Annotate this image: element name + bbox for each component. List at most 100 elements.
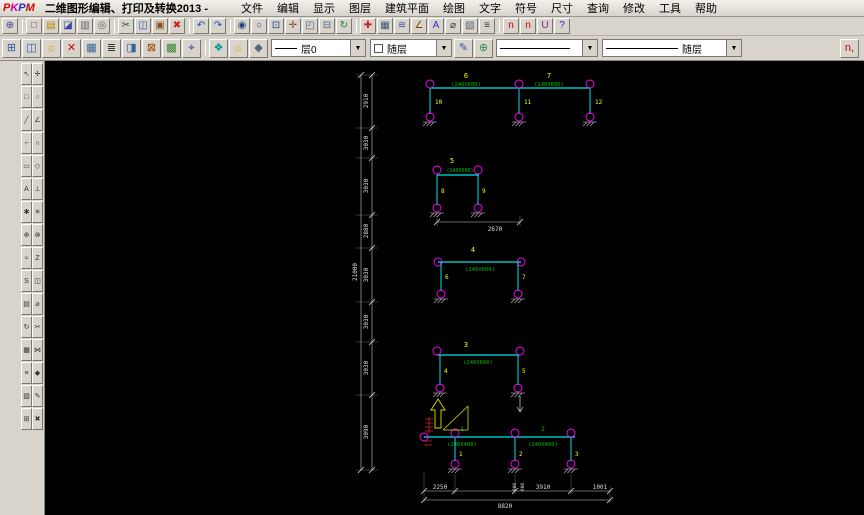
crosshair-icon[interactable]: ⊕ [2, 18, 18, 34]
node-circle[interactable] [514, 384, 522, 392]
menu-item-11[interactable]: 工具 [652, 0, 688, 17]
node-circle[interactable] [433, 166, 441, 174]
erase-tool-icon[interactable]: ✖ [32, 408, 43, 430]
node-circle[interactable] [437, 290, 445, 298]
menu-item-1[interactable]: 编辑 [270, 0, 306, 17]
drawing-text[interactable]: 4 [444, 368, 448, 375]
rectangle-icon[interactable]: □ [21, 86, 32, 108]
pkpm-module-1-icon[interactable]: n [503, 18, 519, 34]
node-circle[interactable] [514, 290, 522, 298]
support-symbol[interactable] [564, 469, 578, 473]
color-combo[interactable]: 随层 ▼ [370, 39, 452, 57]
layer-combo[interactable]: 层0 ▼ [271, 39, 366, 57]
drawing-text[interactable]: 3030 [363, 360, 370, 375]
layer-lock-icon[interactable]: ◆ [249, 39, 268, 58]
support-symbol[interactable] [433, 393, 447, 397]
match-properties-icon[interactable]: ⊕ [474, 39, 493, 58]
node-circle[interactable] [516, 347, 524, 355]
linetype-combo[interactable]: ▼ [496, 39, 598, 57]
print-preview-icon[interactable]: ◎ [94, 18, 110, 34]
pkpm-tool-icon[interactable]: n, [840, 39, 859, 58]
support-symbol[interactable] [508, 469, 522, 473]
chevron-down-icon[interactable]: ▼ [582, 40, 597, 56]
chevron-down-icon[interactable]: ▼ [350, 40, 365, 56]
window-tool-icon[interactable]: ⊞ [21, 408, 32, 430]
cut-icon[interactable]: ✂ [118, 18, 134, 34]
erase-icon[interactable]: ✕ [62, 39, 81, 58]
drawing-text[interactable]: 6 [445, 274, 449, 281]
drawing-text[interactable]: 10 [435, 99, 443, 106]
pencil-tool-icon[interactable]: ✎ [32, 385, 43, 407]
trim-tool-icon[interactable]: ✂ [32, 316, 43, 338]
select-icon[interactable]: ⊞ [2, 39, 21, 58]
node-circle[interactable] [474, 204, 482, 212]
drawing-text[interactable]: 8 [441, 188, 445, 195]
zoom-window-icon[interactable]: ⊡ [268, 18, 284, 34]
drawing-text[interactable]: 5 [450, 157, 454, 165]
drawing-text[interactable]: 3030 [363, 314, 370, 329]
zoom-out-icon[interactable]: ○ [251, 18, 267, 34]
drawing-text[interactable]: 2910 [363, 93, 370, 108]
add-entity-icon[interactable]: ✚ [360, 18, 376, 34]
text-icon[interactable]: A [21, 178, 32, 200]
drawing-text[interactable]: 7 [522, 274, 526, 281]
drawing-text[interactable]: 3910 [536, 484, 551, 491]
node-circle[interactable] [436, 384, 444, 392]
node-circle[interactable] [515, 80, 523, 88]
arrow-symbol[interactable] [431, 399, 445, 428]
support-symbol[interactable] [471, 213, 485, 217]
drawing-canvas[interactable]: 67(240X600)(240X600)1011125(240X600)8926… [45, 61, 864, 515]
box-icon[interactable]: ▭ [21, 155, 32, 177]
menu-item-3[interactable]: 图层 [342, 0, 378, 17]
angle-dim-icon[interactable]: ∠ [411, 18, 427, 34]
menu-item-7[interactable]: 符号 [508, 0, 544, 17]
drawing-line[interactable] [517, 407, 520, 412]
view-previous-icon[interactable]: ◰ [302, 18, 318, 34]
drawing-text[interactable]: 8820 [498, 503, 513, 510]
drawing-text[interactable]: 7 [547, 72, 551, 80]
support-symbol[interactable] [511, 393, 525, 397]
drawing-text[interactable]: (240X600) [463, 360, 493, 366]
plus-icon[interactable]: ✛ [32, 63, 43, 85]
drawing-text[interactable]: 1 [459, 451, 463, 458]
drawing-text[interactable]: (240X600) [446, 168, 473, 174]
drawing-text[interactable]: 2880 [363, 223, 370, 238]
node-circle[interactable] [586, 113, 594, 121]
diamond-icon[interactable]: ◇ [32, 155, 43, 177]
drawing-text[interactable]: (240X400) [447, 442, 477, 448]
asterisk-icon[interactable]: ✳ [32, 201, 43, 223]
join-tool-icon[interactable]: ⋈ [32, 339, 43, 361]
delete-icon[interactable]: ✖ [169, 18, 185, 34]
drawing-line[interactable] [443, 406, 468, 430]
support-symbol[interactable] [434, 299, 448, 303]
corner-icon[interactable]: ⌐ [21, 132, 32, 154]
drawing-text[interactable]: 600 [520, 483, 526, 491]
drawing-text[interactable]: 3030 [363, 135, 370, 150]
copy-tool-icon[interactable]: ◫ [32, 270, 43, 292]
node-circle[interactable] [511, 429, 519, 437]
undo-icon[interactable]: ↶ [193, 18, 209, 34]
ucs-icon[interactable]: U [537, 18, 553, 34]
circle-icon[interactable]: ○ [32, 86, 43, 108]
arc-icon[interactable]: ∩ [32, 132, 43, 154]
equal-tool-icon[interactable]: ≡ [21, 362, 32, 384]
save-file-icon[interactable]: ◪ [60, 18, 76, 34]
drawing-text[interactable]: (240X400) [528, 442, 558, 448]
linewidth-combo[interactable]: 随层 ▼ [602, 39, 742, 57]
pkpm-module-2-icon[interactable]: n [520, 18, 536, 34]
drawing-line[interactable] [520, 407, 523, 412]
print-icon[interactable]: ▥ [77, 18, 93, 34]
drawing-text[interactable]: 11 [524, 99, 532, 106]
node-circle[interactable] [567, 460, 575, 468]
menu-item-5[interactable]: 绘图 [436, 0, 472, 17]
node-circle[interactable] [451, 460, 459, 468]
layer-list-icon[interactable]: ≡ [479, 18, 495, 34]
menu-item-8[interactable]: 尺寸 [544, 0, 580, 17]
split-view-icon[interactable]: ◨ [122, 39, 141, 58]
structural-drawing[interactable]: 67(240X600)(240X600)1011125(240X600)8926… [45, 61, 864, 515]
drawing-text[interactable]: 1001 [593, 484, 608, 491]
close-region-icon[interactable]: ⊠ [142, 39, 161, 58]
pan-icon[interactable]: ✛ [285, 18, 301, 34]
drawing-text[interactable]: 5 [522, 368, 526, 375]
node-circle[interactable] [433, 204, 441, 212]
